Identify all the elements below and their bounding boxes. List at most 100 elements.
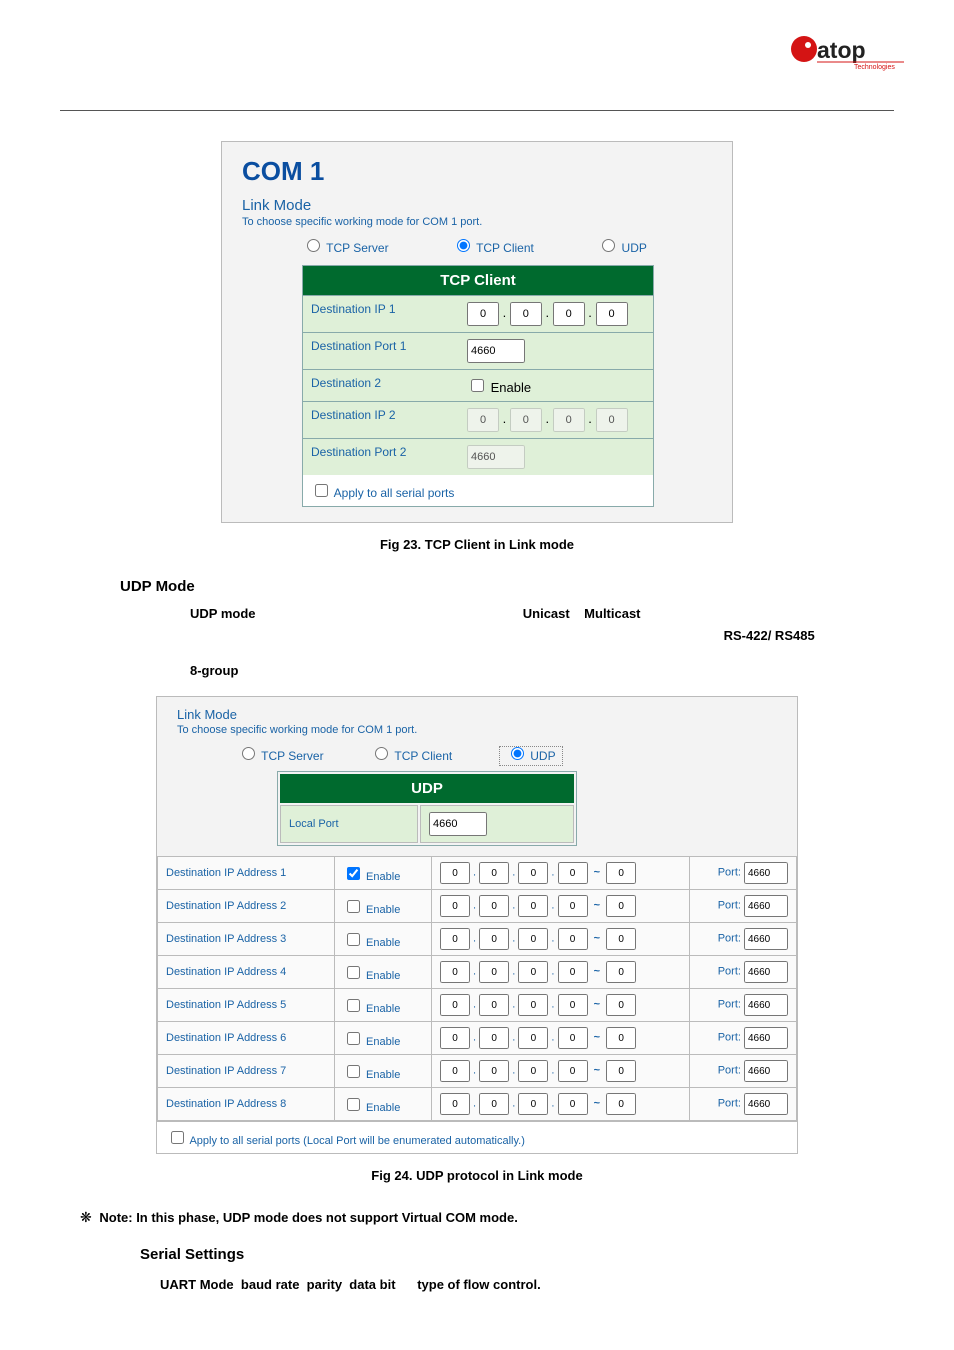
- ip-octet[interactable]: [518, 1060, 548, 1082]
- ip-octet[interactable]: [479, 928, 509, 950]
- enable-checkbox[interactable]: Enable: [343, 1003, 400, 1015]
- enable-checkbox[interactable]: Enable: [343, 1069, 400, 1081]
- ip-octet[interactable]: [479, 895, 509, 917]
- tcp-client-header: TCP Client: [303, 266, 653, 295]
- ip-octet[interactable]: [440, 1093, 470, 1115]
- brand-logo: atop Technologies: [784, 30, 904, 83]
- ip-octet[interactable]: [440, 961, 470, 983]
- port-input[interactable]: [744, 928, 788, 950]
- ip-octet[interactable]: [606, 1060, 636, 1082]
- ip-octet[interactable]: [479, 994, 509, 1016]
- table-row: Destination Port 2: [303, 438, 653, 475]
- radio-udp[interactable]: UDP: [499, 746, 563, 766]
- dest2-enable-checkbox[interactable]: Enable: [467, 380, 531, 395]
- ip-octet[interactable]: [558, 994, 588, 1016]
- enable-checkbox[interactable]: Enable: [343, 970, 400, 982]
- enable-checkbox[interactable]: Enable: [343, 904, 400, 916]
- ip-octet[interactable]: [518, 961, 548, 983]
- com1-title: COM 1: [242, 156, 712, 187]
- ip-octet[interactable]: [606, 961, 636, 983]
- table-row: Destination Port 1: [303, 332, 653, 369]
- ip-octet[interactable]: [479, 1093, 509, 1115]
- apply-all-udp-checkbox[interactable]: Apply to all serial ports (Local Port wi…: [167, 1135, 525, 1147]
- figure-23-caption: Fig 23. TCP Client in Link mode: [60, 537, 894, 552]
- enable-checkbox[interactable]: Enable: [343, 1036, 400, 1048]
- ip-octet[interactable]: [479, 961, 509, 983]
- table-row: Destination IP 1 . . .: [303, 295, 653, 332]
- ip-octet[interactable]: [518, 928, 548, 950]
- tcp-client-table: TCP Client Destination IP 1 . . . Destin…: [302, 265, 654, 507]
- port-input[interactable]: [744, 1027, 788, 1049]
- figure-24-caption: Fig 24. UDP protocol in Link mode: [60, 1168, 894, 1183]
- ip-octet[interactable]: [518, 895, 548, 917]
- udp-address-row: Destination IP Address 5 Enable . . . ~ …: [158, 989, 797, 1022]
- ip-octet: [510, 408, 542, 432]
- dest-ip-1: . . .: [459, 296, 653, 332]
- table-row: Destination 2 Enable: [303, 369, 653, 401]
- ip-octet[interactable]: [479, 1060, 509, 1082]
- enable-checkbox[interactable]: Enable: [343, 871, 400, 883]
- dest-port-2: [467, 445, 525, 469]
- ip-octet[interactable]: [558, 1093, 588, 1115]
- ip-octet[interactable]: [606, 1027, 636, 1049]
- radio-tcp-client[interactable]: TCP Client: [370, 749, 452, 763]
- udp-panel: Link Mode To choose specific working mod…: [156, 696, 798, 1154]
- ip-octet[interactable]: [558, 895, 588, 917]
- note-bullet-icon: ❋: [80, 1209, 92, 1225]
- port-input[interactable]: [744, 1060, 788, 1082]
- ip-octet[interactable]: [518, 862, 548, 884]
- table-row: Destination IP 2 . . .: [303, 401, 653, 438]
- ip-octet[interactable]: [518, 1027, 548, 1049]
- enable-checkbox[interactable]: Enable: [343, 1102, 400, 1114]
- ip-octet[interactable]: [440, 1027, 470, 1049]
- ip-octet[interactable]: [558, 928, 588, 950]
- ip-octet[interactable]: [440, 1060, 470, 1082]
- link-mode-label: Link Mode: [177, 707, 777, 722]
- ip-octet[interactable]: [479, 1027, 509, 1049]
- ip-octet[interactable]: [558, 961, 588, 983]
- port-input[interactable]: [744, 1093, 788, 1115]
- radio-tcp-client[interactable]: TCP Client: [452, 241, 534, 255]
- ip-octet[interactable]: [440, 928, 470, 950]
- udp-mode-paragraph-1: UDP mode Unicast Multicast RS-422/ RS485: [190, 603, 834, 647]
- enable-checkbox[interactable]: Enable: [343, 937, 400, 949]
- port-input[interactable]: [744, 994, 788, 1016]
- udp-address-row: Destination IP Address 7 Enable . . . ~ …: [158, 1055, 797, 1088]
- local-port-input[interactable]: [429, 812, 487, 836]
- ip-octet[interactable]: [440, 862, 470, 884]
- ip-octet[interactable]: [606, 1093, 636, 1115]
- apply-all-checkbox[interactable]: Apply to all serial ports: [311, 486, 454, 500]
- udp-header: UDP: [280, 774, 574, 803]
- ip-octet[interactable]: [606, 895, 636, 917]
- ip-octet[interactable]: [518, 1093, 548, 1115]
- ip-octet[interactable]: [510, 302, 542, 326]
- ip-octet[interactable]: [558, 1027, 588, 1049]
- ip-octet[interactable]: [606, 994, 636, 1016]
- link-mode-label: Link Mode: [242, 197, 712, 214]
- radio-tcp-server[interactable]: TCP Server: [237, 749, 324, 763]
- ip-octet[interactable]: [479, 862, 509, 884]
- ip-octet[interactable]: [606, 862, 636, 884]
- eight-group-label: 8-group: [190, 663, 238, 678]
- serial-settings-heading: Serial Settings: [140, 1246, 894, 1263]
- ip-octet[interactable]: [596, 302, 628, 326]
- port-input[interactable]: [744, 895, 788, 917]
- ip-octet: [596, 408, 628, 432]
- radio-udp[interactable]: UDP: [597, 241, 647, 255]
- ip-octet[interactable]: [558, 862, 588, 884]
- ip-octet[interactable]: [440, 895, 470, 917]
- udp-address-row: Destination IP Address 1 Enable . . . ~ …: [158, 857, 797, 890]
- port-input[interactable]: [744, 862, 788, 884]
- ip-octet[interactable]: [553, 302, 585, 326]
- radio-tcp-server[interactable]: TCP Server: [302, 241, 389, 255]
- com1-panel: COM 1 Link Mode To choose specific worki…: [221, 141, 733, 523]
- ip-octet[interactable]: [440, 994, 470, 1016]
- dest-port-1[interactable]: [467, 339, 525, 363]
- port-input[interactable]: [744, 961, 788, 983]
- ip-octet[interactable]: [518, 994, 548, 1016]
- ip-octet[interactable]: [558, 1060, 588, 1082]
- udp-address-row: Destination IP Address 4 Enable . . . ~ …: [158, 956, 797, 989]
- ip-octet[interactable]: [606, 928, 636, 950]
- ip-octet[interactable]: [467, 302, 499, 326]
- udp-mode-heading: UDP Mode: [120, 578, 894, 595]
